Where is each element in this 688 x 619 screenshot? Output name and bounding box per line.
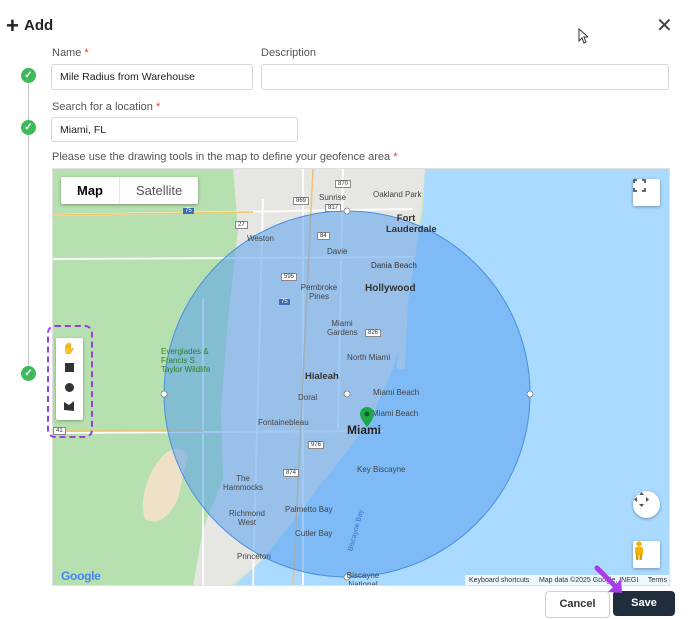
search-label: Search for a location * (52, 101, 161, 113)
map-label: Dania Beach (371, 261, 417, 270)
map-label: Miami Beach (372, 409, 419, 418)
close-icon[interactable]: ✕ (656, 16, 673, 36)
map-label: Key Biscayne (357, 465, 406, 474)
pegman-icon[interactable] (633, 541, 660, 568)
highway-shield: 84 (317, 232, 330, 240)
highway-shield: 869 (293, 197, 310, 205)
google-logo: Google (61, 569, 101, 583)
mouse-cursor-icon (578, 28, 588, 44)
highway-shield: 595 (281, 273, 298, 281)
map-canvas[interactable]: Oakland Park Fort Lauderdale Weston Davi… (52, 168, 670, 586)
fullscreen-icon[interactable] (633, 179, 660, 206)
map-label: Hialeah (305, 371, 339, 382)
map-type-map-button[interactable]: Map (61, 177, 120, 204)
dialog-title: Add (24, 17, 54, 34)
highway-shield: 874 (283, 469, 300, 477)
map-label: Miami Gardens (327, 319, 358, 337)
terms-link[interactable]: Terms (648, 575, 667, 585)
drawing-toolbar: ✋ (56, 338, 83, 420)
location-pin-icon (360, 407, 374, 427)
check-icon: ✓ (21, 120, 36, 135)
pointer-arrow-icon (594, 565, 622, 593)
highway-shield: 870 (335, 180, 352, 188)
map-label: Pembroke Pines (300, 283, 338, 301)
highway-shield: 817 (325, 204, 342, 212)
circle-icon[interactable] (62, 381, 76, 395)
check-icon: ✓ (21, 366, 36, 381)
plus-icon: + (6, 13, 19, 38)
map-type-satellite-button[interactable]: Satellite (120, 177, 198, 204)
location-search-input[interactable]: Miami, FL (51, 117, 298, 142)
map-instructions: Please use the drawing tools in the map … (52, 151, 398, 163)
map-label: Biscayne National Park (346, 571, 380, 586)
map-label: Doral (298, 393, 318, 402)
keyboard-shortcuts-link[interactable]: Keyboard shortcuts (469, 575, 529, 585)
map-label: Fort Lauderdale (386, 213, 437, 235)
highway-shield: 976 (308, 441, 325, 449)
polygon-icon[interactable] (62, 400, 76, 414)
map-label: Davie (327, 247, 348, 256)
highway-shield: 75 (279, 299, 290, 305)
highway-shield: 75 (183, 208, 194, 214)
camera-control-icon[interactable] (633, 491, 660, 518)
description-field[interactable] (261, 64, 669, 90)
map-label: Richmond West (228, 509, 265, 527)
name-field[interactable]: Mile Radius from Warehouse (51, 64, 253, 90)
map-label: Hollywood (365, 283, 416, 294)
map-label: North Miami (347, 353, 391, 362)
hand-icon[interactable]: ✋ (62, 342, 76, 356)
map-attribution: Keyboard shortcuts Map data ©2025 Google… (465, 575, 669, 585)
map-label: Oakland Park (373, 190, 422, 199)
highway-shield: 27 (235, 221, 248, 229)
map-label: Princeton (237, 552, 271, 561)
map-type-control: Map Satellite (61, 177, 199, 204)
map-label: Everglades & Francis S. Taylor Wildlife (161, 347, 211, 374)
map-label: Fontainebleau (258, 418, 309, 427)
description-label: Description (261, 47, 317, 59)
check-icon: ✓ (21, 68, 36, 83)
name-label: Name * (52, 47, 89, 59)
map-label: Sunrise (319, 193, 347, 202)
map-label: Palmetto Bay (285, 505, 333, 514)
rectangle-icon[interactable] (62, 361, 76, 375)
map-label: Miami Beach (373, 388, 420, 397)
map-label: Weston (247, 234, 274, 243)
highway-shield: 826 (365, 329, 382, 337)
map-label: The Hammocks (223, 474, 264, 492)
map-label: Cutler Bay (295, 529, 333, 538)
